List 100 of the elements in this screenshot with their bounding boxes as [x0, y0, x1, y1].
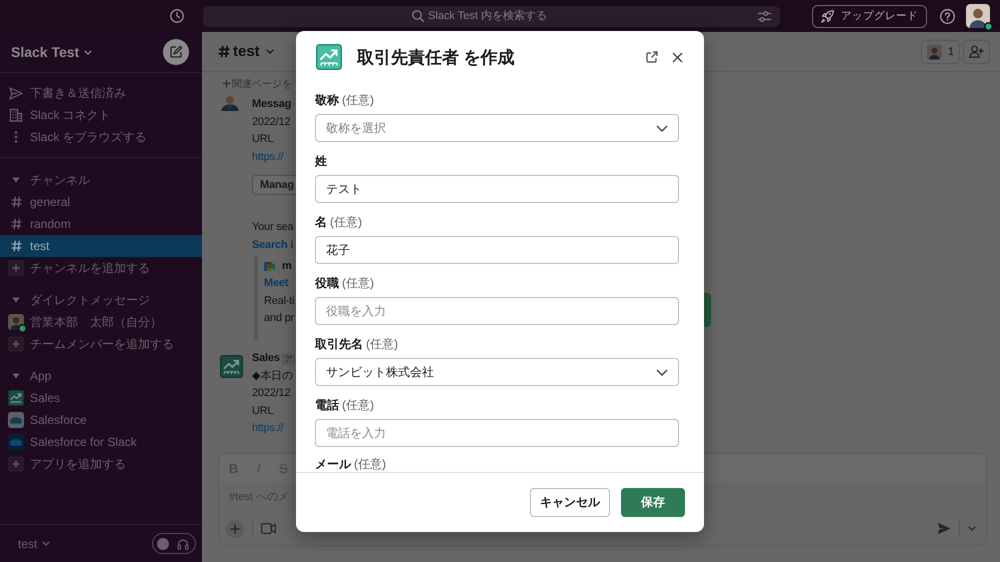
channel-name[interactable]: test: [218, 43, 274, 60]
plus-icon: [8, 336, 24, 352]
add-member-button[interactable]: [963, 40, 990, 64]
hash-icon: [10, 196, 22, 208]
link[interactable]: https://: [252, 420, 284, 438]
field-label: 電話: [315, 397, 339, 414]
huddle-toggle[interactable]: [152, 533, 196, 554]
compose-icon: [169, 45, 183, 59]
sidebar-item[interactable]: test: [0, 235, 202, 257]
field-label: 役職: [315, 275, 339, 292]
section-header[interactable]: ダイレクトメッセージ: [0, 289, 202, 311]
save-button[interactable]: 保存: [621, 488, 685, 517]
sidebar-item[interactable]: general: [0, 191, 202, 213]
sidebar-item[interactable]: チームメンバーを追加する: [0, 333, 202, 355]
link[interactable]: Search i: [252, 236, 294, 254]
link[interactable]: https://: [252, 148, 284, 166]
close-icon[interactable]: [672, 52, 683, 62]
optional-hint: (任意): [342, 275, 374, 292]
chevron-down-icon: [656, 124, 668, 132]
sender-name[interactable]: Sales: [252, 350, 280, 368]
message-text: Real-ti: [264, 294, 294, 308]
sidebar-item[interactable]: 営業本部 太郎（自分）: [0, 311, 202, 333]
chevron-down-icon: [84, 50, 92, 54]
filter-icon[interactable]: [758, 10, 771, 22]
dropdown[interactable]: サンビット株式会社: [315, 358, 679, 386]
compose-button[interactable]: [163, 39, 189, 65]
send-icon: [9, 86, 23, 100]
help-icon[interactable]: [940, 8, 955, 24]
optional-hint: (任意): [330, 214, 362, 231]
section-header[interactable]: App: [0, 365, 202, 387]
optional-hint: (任意): [366, 336, 398, 353]
sidebar-item[interactable]: Salesforce for Slack: [0, 431, 202, 453]
message-button[interactable]: Manag: [252, 175, 296, 195]
field-label: 名: [315, 214, 327, 231]
message-text: and pr: [264, 311, 294, 326]
sidebar-item[interactable]: Sales: [0, 387, 202, 409]
search-field[interactable]: Slack Test 内を検索する: [203, 6, 780, 26]
sidebar-item[interactable]: チャンネルを追加する: [0, 257, 202, 279]
attachment-title: m: [282, 258, 292, 274]
sender-name[interactable]: Messag: [252, 96, 292, 114]
send-icon[interactable]: [937, 522, 951, 535]
text-input[interactable]: 役職を入力: [315, 297, 679, 325]
link[interactable]: Meet: [264, 275, 288, 292]
chart-icon: [8, 390, 24, 406]
sidebar-item[interactable]: random: [0, 213, 202, 235]
rocket-icon: [821, 10, 834, 22]
cloud-icon: [8, 412, 24, 428]
avatar-icon[interactable]: [966, 4, 990, 28]
cloud-icon: [8, 434, 24, 450]
members-button[interactable]: 1: [921, 40, 960, 64]
external-link-icon[interactable]: [646, 51, 658, 63]
video-call-icon: [264, 262, 275, 271]
chart-icon: [316, 44, 342, 70]
dots-icon: [14, 130, 18, 144]
hash-icon: [10, 240, 22, 252]
plus-icon: [222, 79, 231, 88]
video-icon[interactable]: [261, 523, 276, 534]
chevron-down-icon: [266, 49, 274, 54]
workspace-menu[interactable]: Slack Test: [11, 44, 92, 60]
sidebar-item[interactable]: Slack コネクト: [0, 104, 202, 126]
optional-hint: (任意): [342, 92, 374, 109]
message-text: URL: [252, 404, 274, 418]
field-label: 姓: [315, 153, 327, 170]
message-text: Your sea: [252, 220, 294, 235]
sidebar-item[interactable]: Salesforce: [0, 409, 202, 431]
message-text: 2022/12: [252, 386, 290, 401]
plus-icon: [8, 456, 24, 472]
sidebar-item[interactable]: 下書き＆送信済み: [0, 82, 202, 104]
plus-icon[interactable]: [226, 520, 244, 538]
hash-icon: [10, 218, 22, 230]
upgrade-button[interactable]: アップグレード: [812, 4, 927, 28]
field-label: 敬称: [315, 92, 339, 109]
caret-icon[interactable]: [968, 526, 976, 531]
optional-hint: (任意): [342, 397, 374, 414]
clock-icon[interactable]: [170, 9, 184, 23]
sidebar-item[interactable]: Slack をブラウズする: [0, 126, 202, 148]
field-label: 取引先名: [315, 336, 363, 353]
text-input[interactable]: 電話を入力: [315, 419, 679, 447]
search-icon: [412, 10, 424, 22]
message-text: ◆本日の: [252, 368, 293, 384]
optional-hint: (任意): [354, 456, 386, 472]
section-header[interactable]: チャンネル: [0, 169, 202, 191]
add-person-icon: [969, 45, 984, 58]
hash-icon: [218, 45, 230, 58]
dropdown[interactable]: 敬称を選択: [315, 114, 679, 142]
plus-icon: [8, 260, 24, 276]
avatar-icon: [220, 96, 240, 111]
chart-icon: [220, 355, 243, 378]
text-input[interactable]: 花子: [315, 236, 679, 264]
channel-menu[interactable]: test: [18, 536, 50, 550]
message-text: 2022/12: [252, 114, 290, 130]
headphones-icon: [177, 538, 189, 550]
sidebar-item[interactable]: アプリを追加する: [0, 453, 202, 475]
chevron-down-icon: [42, 541, 50, 546]
modal-title: 取引先責任者 を作成: [357, 46, 515, 68]
field-label: メール: [315, 456, 351, 472]
building-icon: [9, 108, 23, 122]
message-text: URL: [252, 132, 274, 147]
cancel-button[interactable]: キャンセル: [530, 488, 610, 517]
text-input[interactable]: テスト: [315, 175, 679, 203]
